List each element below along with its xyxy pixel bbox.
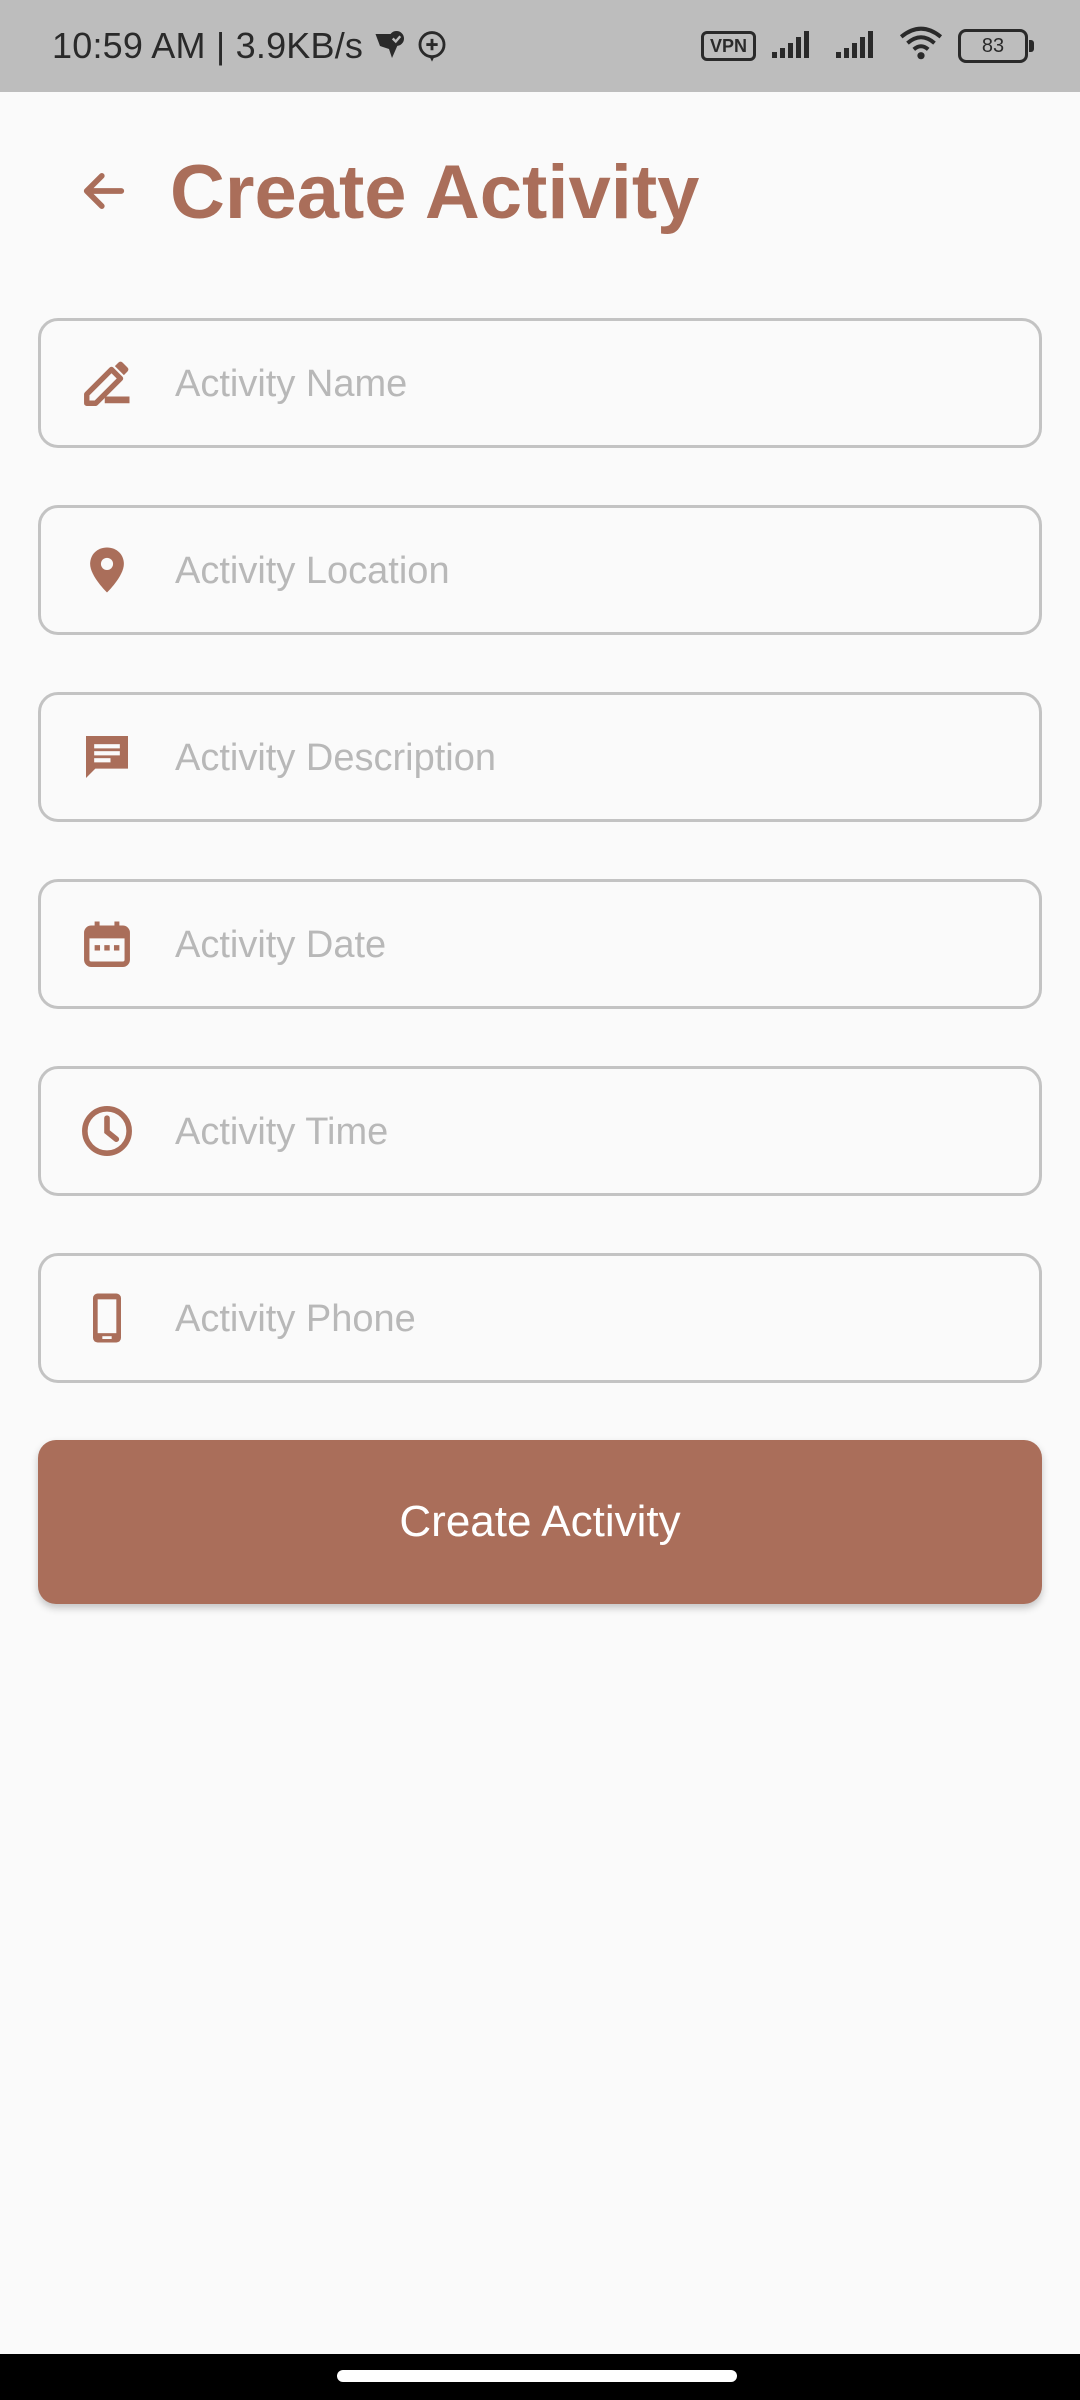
create-activity-button[interactable]: Create Activity	[38, 1440, 1042, 1604]
edit-icon	[77, 353, 137, 413]
activity-location-input[interactable]	[173, 508, 1017, 634]
signal-icon	[770, 28, 820, 65]
activity-time-input[interactable]	[173, 1069, 1017, 1195]
status-right: VPN 83	[700, 0, 1034, 92]
signal-icon-2	[834, 28, 884, 65]
navigation-bar	[0, 2354, 1080, 2400]
clock-icon	[77, 1101, 137, 1161]
activity-description-input[interactable]	[173, 695, 1017, 821]
activity-phone-input[interactable]	[173, 1256, 1017, 1382]
status-time-speed: 10:59 AM | 3.9KB/s	[52, 25, 364, 66]
arrow-left-icon	[78, 165, 130, 222]
back-button[interactable]	[68, 157, 140, 229]
status-left: 10:59 AM | 3.9KB/s	[52, 0, 449, 92]
message-icon	[77, 727, 137, 787]
activity-name-input[interactable]	[173, 321, 1017, 447]
create-activity-form	[38, 318, 1042, 1440]
wifi-icon	[898, 26, 944, 67]
activity-description-field[interactable]	[38, 692, 1042, 822]
calendar-icon	[77, 914, 137, 974]
activity-phone-field[interactable]	[38, 1253, 1042, 1383]
header: Create Activity	[0, 92, 1080, 302]
activity-date-field[interactable]	[38, 879, 1042, 1009]
status-bar: 10:59 AM | 3.9KB/s VPN 83	[0, 0, 1080, 92]
battery-indicator: 83	[958, 29, 1034, 63]
home-indicator[interactable]	[337, 2370, 737, 2382]
check-shield-icon	[371, 28, 407, 64]
vpn-badge: VPN	[700, 31, 756, 61]
activity-time-field[interactable]	[38, 1066, 1042, 1196]
phone-icon	[77, 1288, 137, 1348]
chat-add-icon	[415, 29, 449, 63]
activity-location-field[interactable]	[38, 505, 1042, 635]
location-pin-icon	[77, 540, 137, 600]
activity-name-field[interactable]	[38, 318, 1042, 448]
page-title: Create Activity	[170, 150, 700, 235]
activity-date-input[interactable]	[173, 882, 1017, 1008]
